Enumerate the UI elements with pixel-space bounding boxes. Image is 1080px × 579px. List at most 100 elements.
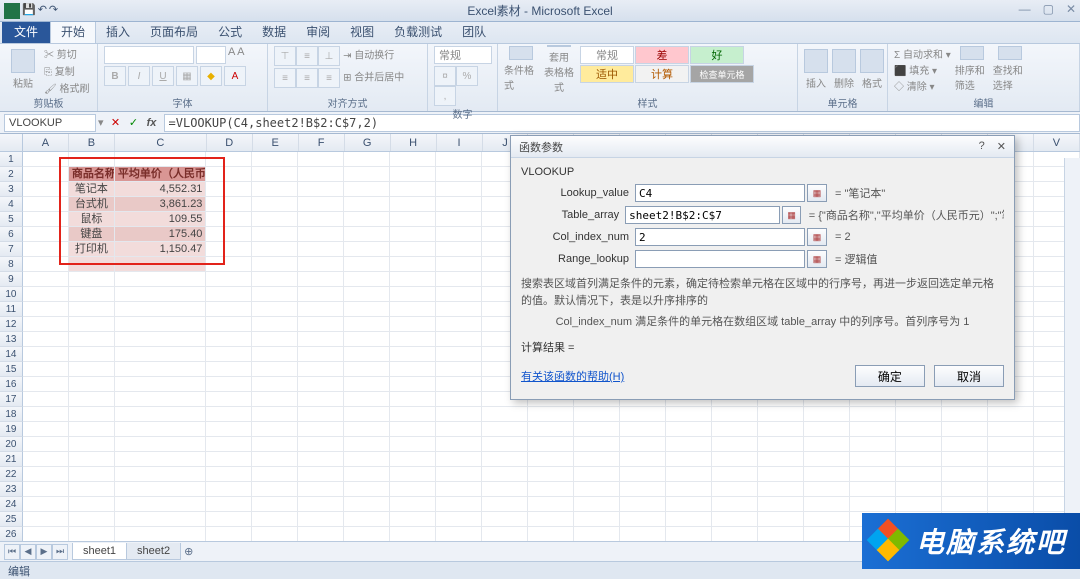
cell[interactable]: 商品名称 <box>69 167 115 182</box>
cell[interactable] <box>115 452 207 467</box>
cell[interactable] <box>298 512 344 527</box>
cell[interactable] <box>344 317 390 332</box>
copy-button[interactable]: ⎘ 复制 <box>44 63 89 78</box>
paste-button[interactable]: 粘贴 <box>6 46 40 92</box>
cell[interactable] <box>942 407 988 422</box>
cell[interactable] <box>942 482 988 497</box>
comma-button[interactable]: , <box>434 86 456 106</box>
cell[interactable] <box>298 152 344 167</box>
cell[interactable] <box>23 152 69 167</box>
ref-edit-button[interactable]: ▦ <box>782 206 800 224</box>
col-C[interactable]: C <box>115 134 207 151</box>
cell[interactable] <box>206 407 252 422</box>
cell[interactable] <box>344 182 390 197</box>
table-format-button[interactable]: 套用 表格格式 <box>542 46 576 92</box>
cell[interactable] <box>23 212 69 227</box>
cell[interactable] <box>390 377 436 392</box>
cell[interactable] <box>436 152 482 167</box>
border-button[interactable]: ▦ <box>176 66 198 86</box>
cell[interactable] <box>390 527 436 542</box>
cell[interactable] <box>252 197 298 212</box>
tab-formulas[interactable]: 公式 <box>208 20 252 43</box>
cell[interactable] <box>712 407 758 422</box>
cell[interactable] <box>298 167 344 182</box>
cell[interactable] <box>252 272 298 287</box>
cell[interactable] <box>482 497 528 512</box>
align-top[interactable]: ⊤ <box>274 46 296 66</box>
cell[interactable] <box>482 437 528 452</box>
cell[interactable] <box>252 437 298 452</box>
style-calc[interactable]: 计算 <box>635 65 689 83</box>
cell[interactable] <box>69 482 115 497</box>
cell[interactable] <box>23 467 69 482</box>
row-header[interactable]: 12 <box>0 317 23 332</box>
cell[interactable] <box>23 497 69 512</box>
sheet-nav-next[interactable]: ▶ <box>36 544 52 560</box>
cell[interactable]: 109.55 <box>115 212 207 227</box>
cell[interactable] <box>252 527 298 542</box>
dialog-help-link[interactable]: 有关该函数的帮助(H) <box>521 368 624 384</box>
cell[interactable] <box>206 212 252 227</box>
cell[interactable] <box>69 392 115 407</box>
cell[interactable] <box>252 212 298 227</box>
cell[interactable] <box>115 437 207 452</box>
cell[interactable] <box>436 377 482 392</box>
dialog-close-button[interactable]: ✕ <box>997 140 1006 153</box>
cell[interactable] <box>436 512 482 527</box>
cell[interactable] <box>115 272 207 287</box>
align-mid[interactable]: ≡ <box>296 46 318 66</box>
row-header[interactable]: 23 <box>0 482 23 497</box>
cell[interactable] <box>69 332 115 347</box>
cell[interactable] <box>574 512 620 527</box>
cell[interactable] <box>390 212 436 227</box>
tab-insert[interactable]: 插入 <box>96 20 140 43</box>
cell[interactable] <box>758 422 804 437</box>
cell[interactable] <box>666 512 712 527</box>
cell[interactable] <box>482 512 528 527</box>
cell[interactable] <box>252 182 298 197</box>
ref-edit-button[interactable]: ▦ <box>807 250 827 268</box>
cell[interactable] <box>298 287 344 302</box>
row-header[interactable]: 20 <box>0 437 23 452</box>
bold-button[interactable]: B <box>104 66 126 86</box>
cell[interactable] <box>712 467 758 482</box>
cell[interactable] <box>206 317 252 332</box>
cell[interactable] <box>390 167 436 182</box>
cell[interactable] <box>804 407 850 422</box>
cell[interactable] <box>436 302 482 317</box>
font-combo[interactable] <box>104 46 194 64</box>
cell[interactable] <box>344 467 390 482</box>
cell[interactable] <box>115 317 207 332</box>
cell[interactable] <box>574 497 620 512</box>
cell[interactable] <box>436 482 482 497</box>
cell[interactable] <box>344 167 390 182</box>
cell[interactable] <box>528 467 574 482</box>
cell[interactable] <box>115 407 207 422</box>
currency-button[interactable]: ¤ <box>434 66 456 86</box>
cell[interactable] <box>206 242 252 257</box>
cell[interactable]: 1,150.47 <box>115 242 207 257</box>
cell[interactable] <box>23 317 69 332</box>
align-center[interactable]: ≡ <box>296 68 318 88</box>
cell[interactable] <box>436 287 482 302</box>
row-header[interactable]: 6 <box>0 227 23 242</box>
cell[interactable] <box>390 317 436 332</box>
col-D[interactable]: D <box>207 134 253 151</box>
cell[interactable] <box>574 422 620 437</box>
cell[interactable] <box>69 257 115 272</box>
cell[interactable] <box>23 362 69 377</box>
cell[interactable] <box>390 452 436 467</box>
cell[interactable] <box>252 257 298 272</box>
cell[interactable] <box>69 317 115 332</box>
cell[interactable] <box>574 437 620 452</box>
cell[interactable] <box>344 347 390 362</box>
cell[interactable] <box>298 317 344 332</box>
cell[interactable] <box>850 467 896 482</box>
cell[interactable] <box>115 377 207 392</box>
cell[interactable]: 打印机 <box>69 242 115 257</box>
cell[interactable] <box>23 347 69 362</box>
row-header[interactable]: 10 <box>0 287 23 302</box>
cell[interactable] <box>620 482 666 497</box>
cell[interactable] <box>23 422 69 437</box>
cell[interactable] <box>115 257 207 272</box>
